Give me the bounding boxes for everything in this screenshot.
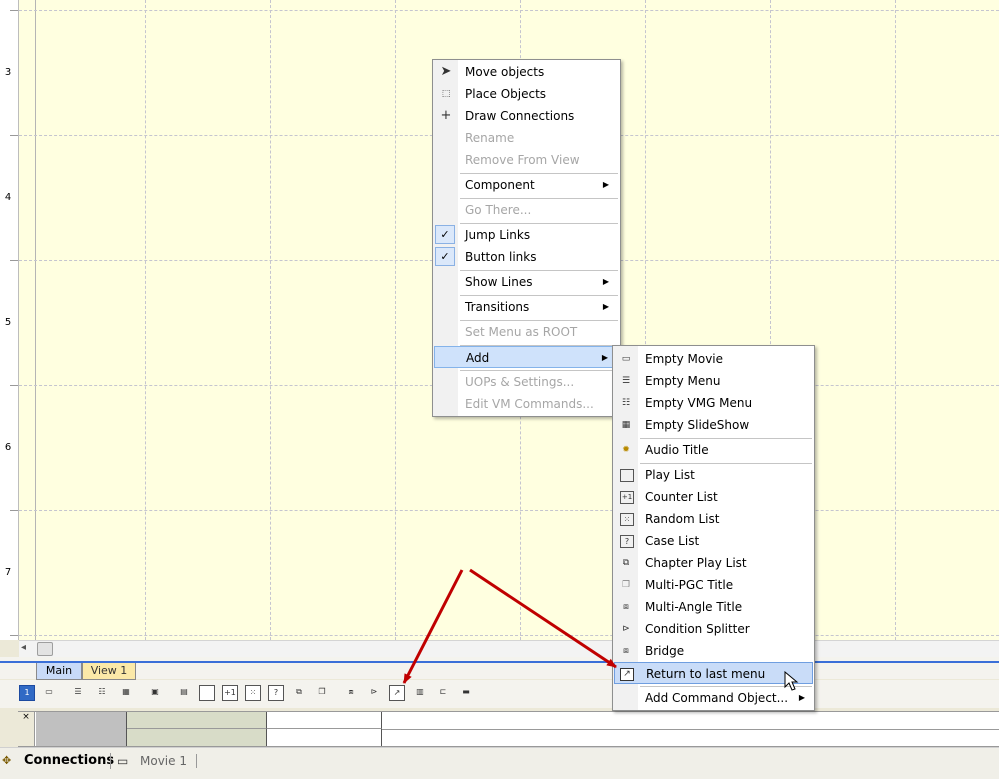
mouse-cursor-icon — [784, 671, 799, 691]
annotation-arrow-to-menu-item — [469, 568, 617, 669]
annotation-arrows — [402, 568, 617, 684]
annotation-arrow-to-toolbar — [402, 569, 464, 684]
